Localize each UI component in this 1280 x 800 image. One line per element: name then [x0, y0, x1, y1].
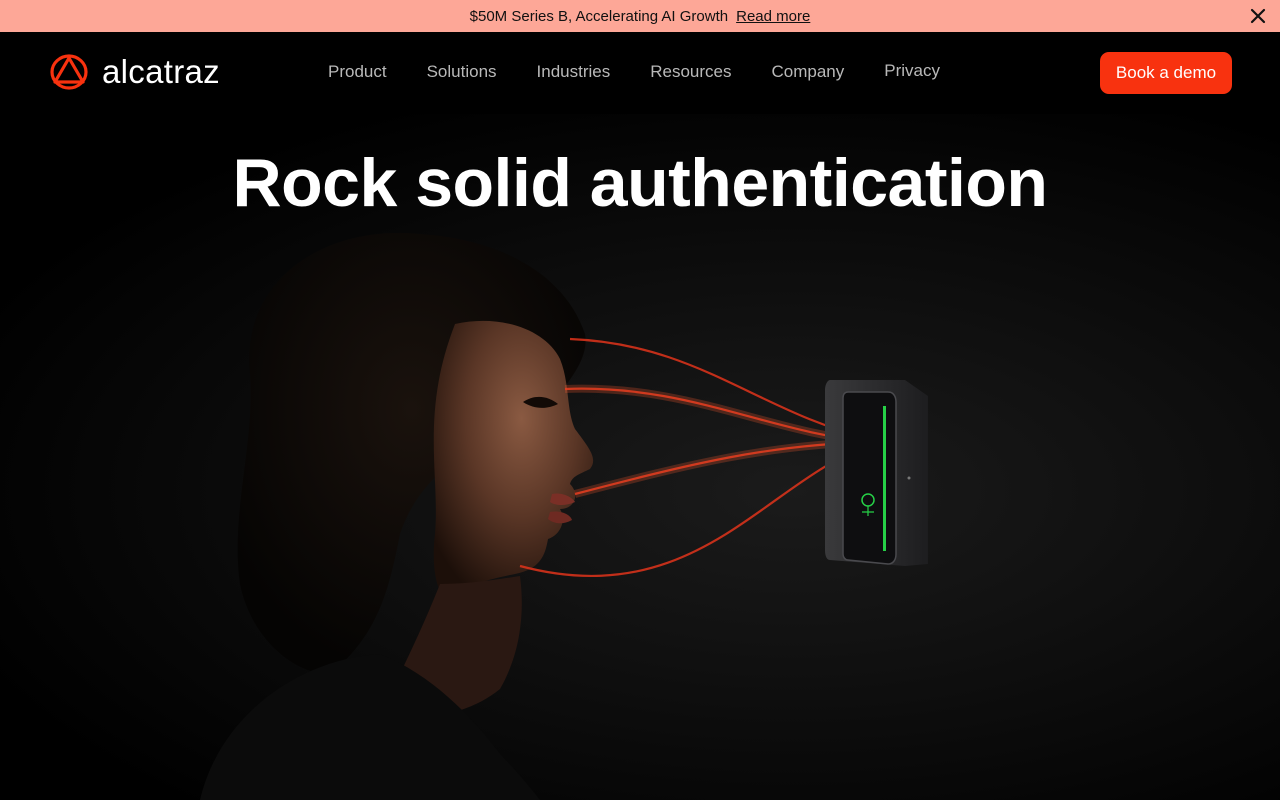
logo-wordmark: alcatraz — [102, 53, 220, 90]
logo[interactable]: alcatraz — [48, 52, 220, 92]
nav-item-company[interactable]: Company — [772, 62, 845, 82]
face-reader-device — [825, 380, 928, 566]
status-light — [883, 406, 886, 551]
hero-section: Rock solid authentication — [0, 114, 1280, 800]
book-demo-button[interactable]: Book a demo — [1100, 52, 1232, 94]
nav-item-industries[interactable]: Industries — [537, 62, 611, 82]
hero-title: Rock solid authentication — [232, 145, 1048, 221]
alcatraz-logo-icon — [50, 54, 88, 90]
nav-menu: Product Solutions Industries Resources C… — [328, 61, 940, 82]
nav-item-solutions[interactable]: Solutions — [427, 62, 497, 82]
announcement-banner: $50M Series B, Accelerating AI Growth Re… — [0, 0, 1280, 32]
nav-item-resources[interactable]: Resources — [650, 62, 731, 82]
main-navigation: alcatraz Product Solutions Industries Re… — [0, 32, 1280, 114]
close-icon[interactable] — [1248, 6, 1268, 26]
nav-item-product[interactable]: Product — [328, 62, 387, 82]
banner-message: $50M Series B, Accelerating AI Growth — [469, 7, 729, 25]
read-more-link[interactable]: Read more — [736, 8, 810, 25]
nav-item-privacy[interactable]: Privacy — [884, 61, 940, 82]
